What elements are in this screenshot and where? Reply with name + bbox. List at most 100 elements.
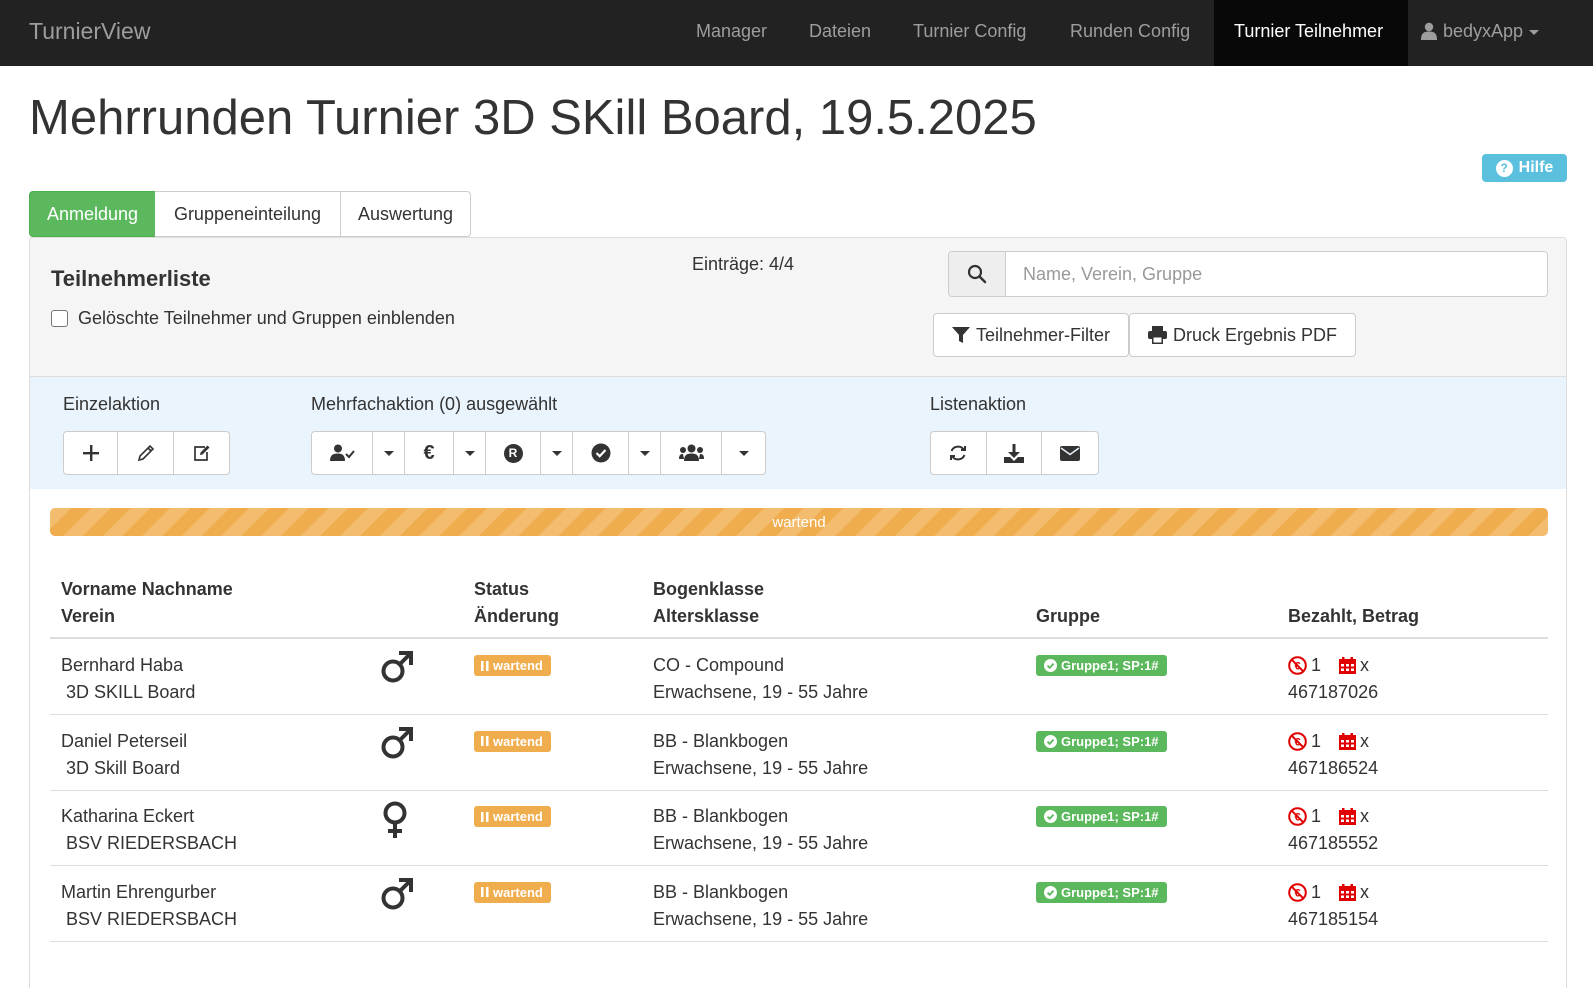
group-badge[interactable]: Gruppe1; SP:1# [1036, 806, 1167, 827]
participant-name[interactable]: Daniel Peterseil [61, 728, 187, 755]
status-label: wartend [493, 658, 543, 673]
nav-runden-config[interactable]: Runden Config [1070, 21, 1190, 42]
status-label: wartend [493, 884, 543, 900]
user-check-button[interactable] [312, 432, 373, 474]
confirm-dropdown[interactable] [629, 432, 661, 474]
group-badge[interactable]: Gruppe1; SP:1# [1036, 881, 1167, 903]
payment-button[interactable]: € [405, 432, 454, 474]
single-action-group [63, 431, 230, 475]
user-check-dropdown[interactable] [373, 432, 405, 474]
status-badge[interactable]: wartend [474, 730, 551, 752]
status-label: wartend [493, 809, 543, 824]
unpaid-euro-icon[interactable]: € [1288, 731, 1307, 751]
nav-manager[interactable]: Manager [696, 21, 767, 42]
single-action-label: Einzelaktion [63, 394, 161, 414]
check-circle-icon [1044, 810, 1057, 823]
table-row[interactable]: Daniel Peterseil 3D Skill Board wartend … [50, 715, 1548, 791]
registered-dropdown[interactable] [541, 432, 573, 474]
calendar-icon[interactable] [1339, 657, 1357, 674]
group-button[interactable] [661, 432, 722, 474]
bow-class: BB - Blankbogen [653, 806, 789, 826]
paid-x: x [1360, 730, 1370, 751]
status-label: wartend [493, 733, 543, 749]
search-icon [949, 252, 1006, 296]
registered-icon: R [503, 443, 523, 463]
participant-name[interactable]: Martin Ehrengurber [61, 879, 237, 906]
pause-icon [481, 811, 489, 822]
payment-status-line: € 1 x [1288, 803, 1378, 830]
nav-dateien[interactable]: Dateien [809, 21, 871, 42]
tab-gruppeneinteilung[interactable]: Gruppeneinteilung [155, 191, 341, 237]
print-pdf-button[interactable]: Druck Ergebnis PDF [1129, 313, 1356, 357]
paid-x: x [1360, 881, 1370, 902]
column-header-name[interactable]: Vorname Nachname Verein [61, 576, 233, 630]
participant-name-cell: Daniel Peterseil 3D Skill Board [61, 728, 187, 782]
download-button[interactable] [987, 432, 1043, 474]
nav-turnier-teilnehmer[interactable]: Turnier Teilnehmer [1234, 21, 1383, 42]
show-deleted-checkbox[interactable] [51, 310, 68, 327]
table-row[interactable]: Martin Ehrengurber BSV RIEDERSBACH warte… [50, 866, 1548, 942]
participant-filter-button[interactable]: Teilnehmer-Filter [933, 313, 1129, 357]
user-menu[interactable]: bedyxApp [1421, 21, 1540, 42]
refresh-button[interactable] [931, 432, 987, 474]
edit-details-button[interactable] [174, 432, 229, 474]
header-name: Vorname Nachname [61, 579, 233, 599]
paid-x: x [1360, 655, 1370, 675]
panel-header: Teilnehmerliste Gelöschte Teilnehmer und… [30, 238, 1566, 377]
class-cell: BB - Blankbogen Erwachsene, 19 - 55 Jahr… [653, 803, 868, 857]
pencil-icon [137, 444, 154, 462]
question-circle-icon: ? [1495, 159, 1513, 177]
header-club: Verein [61, 606, 116, 626]
email-button[interactable] [1042, 432, 1098, 474]
check-circle-icon [1044, 734, 1057, 748]
calendar-icon[interactable] [1339, 883, 1357, 901]
confirm-button[interactable] [573, 432, 629, 474]
participant-club: 3D SKILL Board [66, 682, 196, 702]
status-progress-bar: wartend [50, 508, 1548, 536]
unpaid-euro-icon[interactable]: € [1288, 807, 1307, 826]
group-badge[interactable]: Gruppe1; SP:1# [1036, 730, 1167, 752]
male-icon [380, 726, 414, 765]
unpaid-euro-icon[interactable]: € [1288, 656, 1307, 675]
brand-logo[interactable]: TurnierView [29, 18, 150, 45]
calendar-icon[interactable] [1339, 808, 1357, 825]
svg-text:€: € [1294, 887, 1300, 899]
participant-filter-label: Teilnehmer-Filter [975, 324, 1111, 345]
print-icon [1147, 326, 1167, 344]
search-input[interactable] [1006, 252, 1547, 296]
bow-class: CO - Compound [653, 655, 785, 675]
tab-anmeldung[interactable]: Anmeldung [29, 191, 156, 237]
payment-cell: € 1 x 467187026 [1288, 652, 1378, 706]
payment-dropdown[interactable] [454, 432, 486, 474]
nav-turnier-config[interactable]: Turnier Config [913, 21, 1026, 42]
status-badge[interactable]: wartend [474, 881, 551, 903]
table-row[interactable]: Katharina Eckert BSV RIEDERSBACH wartend… [50, 790, 1548, 866]
show-deleted-row[interactable]: Gelöschte Teilnehmer und Gruppen einblen… [51, 308, 455, 329]
check-circle-icon [1044, 885, 1057, 899]
payment-amount: 467187026 [1288, 682, 1379, 702]
participant-name[interactable]: Bernhard Haba [61, 652, 195, 679]
registered-button[interactable]: R [486, 432, 541, 474]
bow-class: BB - Blankbogen [653, 730, 789, 751]
help-button[interactable]: ? Hilfe [1482, 154, 1567, 182]
group-dropdown[interactable] [722, 432, 765, 474]
status-badge[interactable]: wartend [474, 655, 551, 676]
payment-cell: € 1 x 467185154 [1288, 879, 1378, 933]
column-header-status[interactable]: Status Änderung [474, 576, 559, 630]
add-button[interactable] [64, 432, 119, 474]
age-class: Erwachsene, 19 - 55 Jahre [653, 757, 869, 778]
column-header-class[interactable]: Bogenklasse Altersklasse [653, 576, 764, 630]
male-icon [380, 877, 414, 916]
participant-name[interactable]: Katharina Eckert [61, 803, 237, 830]
column-header-group[interactable]: Gruppe [1036, 603, 1100, 630]
column-header-payment[interactable]: Bezahlt, Betrag [1288, 603, 1419, 630]
table-row[interactable]: Bernhard Haba 3D SKILL Board wartend CO … [50, 639, 1548, 715]
class-cell: BB - Blankbogen Erwachsene, 19 - 55 Jahr… [653, 728, 868, 782]
tab-auswertung[interactable]: Auswertung [340, 191, 471, 237]
calendar-icon[interactable] [1339, 732, 1357, 750]
status-badge[interactable]: wartend [474, 806, 551, 827]
group-badge[interactable]: Gruppe1; SP:1# [1036, 655, 1167, 676]
edit-button[interactable] [118, 432, 174, 474]
svg-text:€: € [1294, 812, 1300, 824]
unpaid-euro-icon[interactable]: € [1288, 882, 1307, 902]
